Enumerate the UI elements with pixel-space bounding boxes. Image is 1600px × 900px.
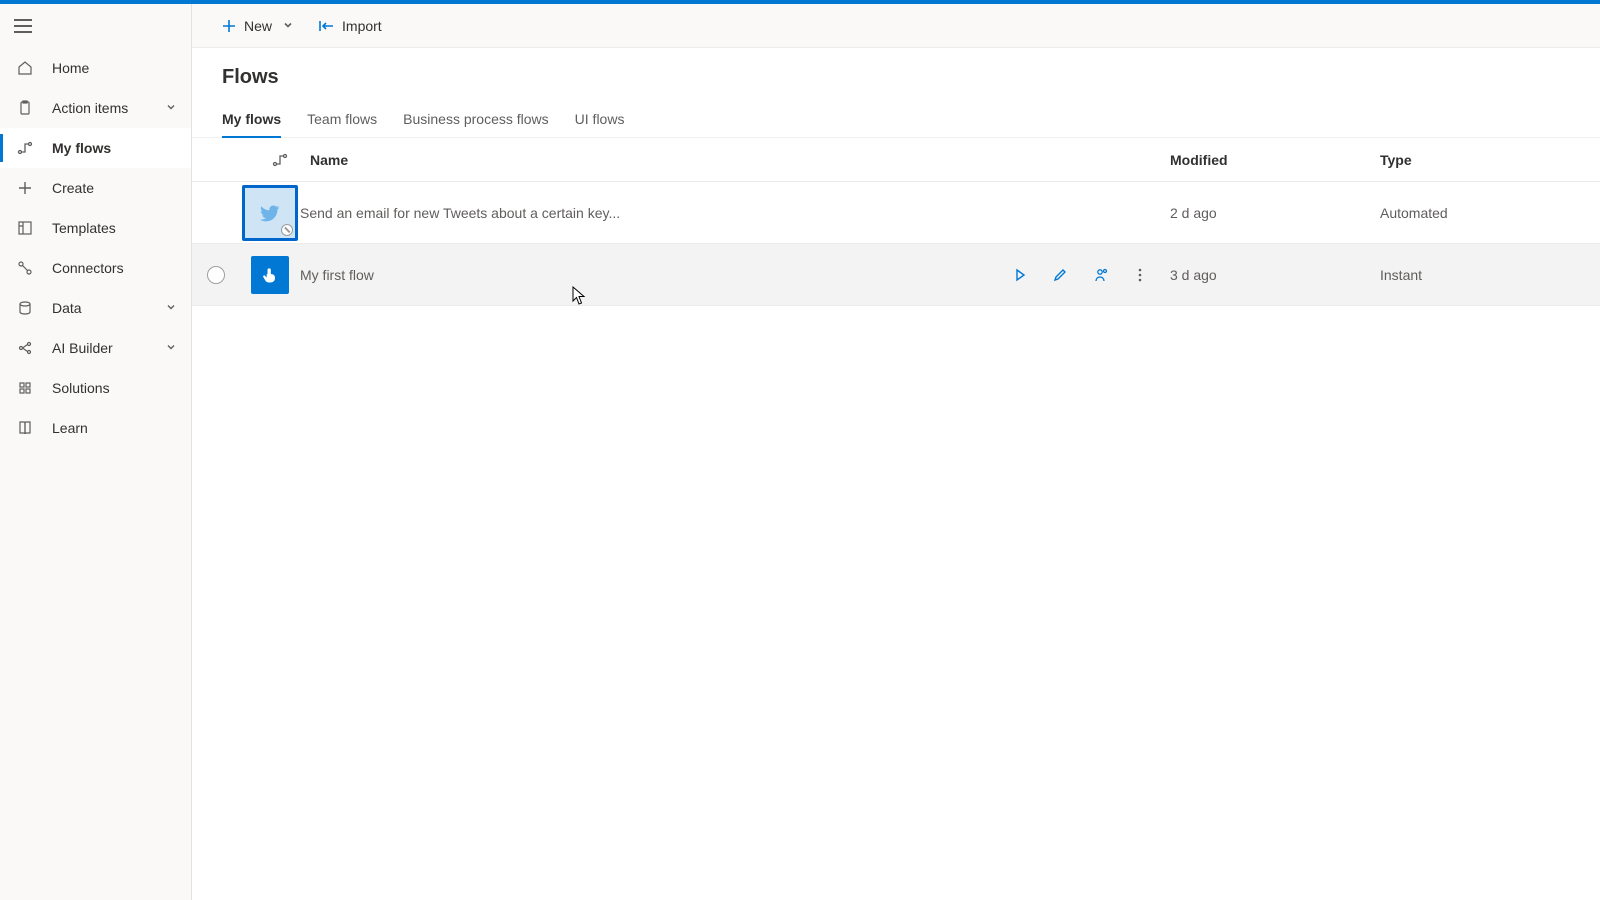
templates-icon bbox=[16, 219, 34, 237]
sidebar-item-my-flows[interactable]: My flows bbox=[0, 128, 191, 168]
sidebar-item-templates[interactable]: Templates bbox=[0, 208, 191, 248]
sidebar-item-action-items[interactable]: Action items bbox=[0, 88, 191, 128]
tab-business-process-flows[interactable]: Business process flows bbox=[403, 103, 549, 137]
database-icon bbox=[16, 299, 34, 317]
import-label: Import bbox=[342, 18, 382, 34]
flow-type: Instant bbox=[1380, 267, 1580, 283]
sidebar-label: Templates bbox=[52, 220, 179, 236]
flows-table: Name Modified Type Send an email for new bbox=[192, 138, 1600, 306]
pencil-icon bbox=[1053, 268, 1067, 282]
sidebar-label: Solutions bbox=[52, 380, 179, 396]
import-button[interactable]: Import bbox=[310, 12, 390, 40]
header-name[interactable]: Name bbox=[310, 152, 1010, 168]
ai-builder-icon bbox=[16, 339, 34, 357]
flow-name[interactable]: My first flow bbox=[300, 267, 1010, 283]
pivot-tabs: My flows Team flows Business process flo… bbox=[192, 89, 1600, 138]
flow-type: Automated bbox=[1380, 205, 1580, 221]
table-row[interactable]: My first flow 3 d ago Inst bbox=[192, 244, 1600, 306]
new-label: New bbox=[244, 18, 272, 34]
status-disabled-icon bbox=[281, 224, 293, 236]
sidebar-item-learn[interactable]: Learn bbox=[0, 408, 191, 448]
tab-team-flows[interactable]: Team flows bbox=[307, 103, 377, 137]
flow-modified: 3 d ago bbox=[1170, 267, 1380, 283]
sidebar-label: My flows bbox=[52, 140, 179, 156]
sidebar-item-data[interactable]: Data bbox=[0, 288, 191, 328]
more-button[interactable] bbox=[1130, 265, 1150, 285]
clipboard-icon bbox=[16, 99, 34, 117]
sidebar-item-connectors[interactable]: Connectors bbox=[0, 248, 191, 288]
share-button[interactable] bbox=[1090, 265, 1110, 285]
chevron-down-icon bbox=[165, 340, 179, 356]
table-header-row: Name Modified Type bbox=[192, 138, 1600, 182]
home-icon bbox=[16, 59, 34, 77]
flow-connector-tile-twitter bbox=[242, 185, 298, 241]
sidebar-item-ai-builder[interactable]: AI Builder bbox=[0, 328, 191, 368]
table-row[interactable]: Send an email for new Tweets about a cer… bbox=[192, 182, 1600, 244]
chevron-down-icon bbox=[165, 300, 179, 316]
sidebar-label: Data bbox=[52, 300, 165, 316]
play-icon bbox=[1013, 268, 1027, 282]
flow-name[interactable]: Send an email for new Tweets about a cer… bbox=[300, 205, 1010, 221]
import-icon bbox=[318, 19, 334, 33]
flow-modified: 2 d ago bbox=[1170, 205, 1380, 221]
sidebar-label: Learn bbox=[52, 420, 179, 436]
plus-icon bbox=[222, 19, 236, 33]
flow-icon bbox=[16, 139, 34, 157]
chevron-down-icon bbox=[282, 18, 294, 34]
edit-button[interactable] bbox=[1050, 265, 1070, 285]
tab-my-flows[interactable]: My flows bbox=[222, 103, 281, 137]
book-icon bbox=[16, 419, 34, 437]
sidebar-label: Action items bbox=[52, 100, 165, 116]
sidebar-label: Connectors bbox=[52, 260, 179, 276]
hamburger-menu-icon[interactable] bbox=[14, 19, 32, 33]
sidebar: Home Action items My flows Create bbox=[0, 4, 192, 900]
flow-column-icon bbox=[250, 152, 310, 168]
header-modified[interactable]: Modified bbox=[1170, 152, 1380, 168]
share-icon bbox=[1092, 267, 1108, 283]
sidebar-item-solutions[interactable]: Solutions bbox=[0, 368, 191, 408]
sidebar-label: Create bbox=[52, 180, 179, 196]
header-type[interactable]: Type bbox=[1380, 152, 1580, 168]
connectors-icon bbox=[16, 259, 34, 277]
command-bar: New Import bbox=[192, 4, 1600, 48]
more-vertical-icon bbox=[1138, 268, 1142, 282]
row-select-checkbox[interactable] bbox=[207, 266, 225, 284]
twitter-icon bbox=[260, 203, 280, 223]
sidebar-item-home[interactable]: Home bbox=[0, 48, 191, 88]
new-button[interactable]: New bbox=[214, 12, 302, 40]
tab-ui-flows[interactable]: UI flows bbox=[575, 103, 625, 137]
touch-icon bbox=[260, 265, 280, 285]
sidebar-item-create[interactable]: Create bbox=[0, 168, 191, 208]
run-button[interactable] bbox=[1010, 265, 1030, 285]
flow-connector-tile-button bbox=[251, 256, 289, 294]
sidebar-label: Home bbox=[52, 60, 179, 76]
sidebar-label: AI Builder bbox=[52, 340, 165, 356]
solutions-icon bbox=[16, 379, 34, 397]
chevron-down-icon bbox=[165, 100, 179, 116]
main-panel: New Import Flows My flows Team flows Bus… bbox=[192, 4, 1600, 900]
page-title: Flows bbox=[192, 48, 1600, 89]
plus-icon bbox=[16, 179, 34, 197]
